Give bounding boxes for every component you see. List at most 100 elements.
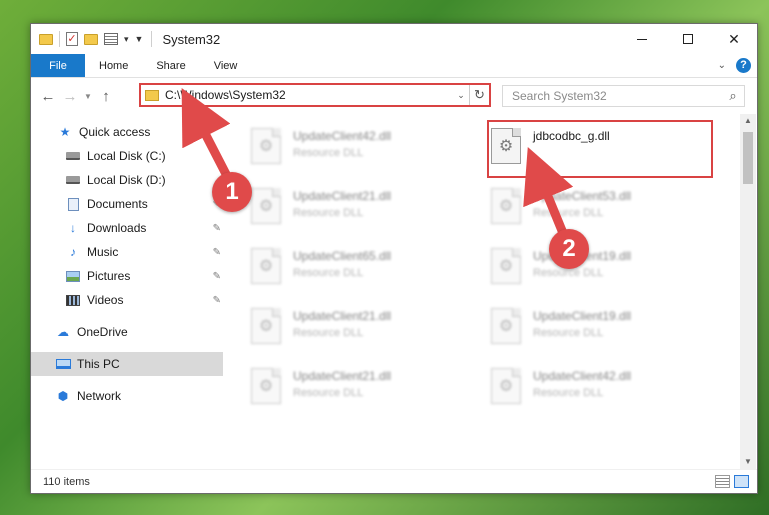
pin-icon[interactable]: ✎: [213, 247, 221, 258]
chevron-down-icon[interactable]: ▾: [124, 34, 129, 45]
file-item[interactable]: ⚙ UpdateClient42.dll Resource DLL: [491, 366, 721, 410]
expand-ribbon-icon[interactable]: ⌄: [718, 60, 726, 71]
search-input[interactable]: Search System32: [512, 89, 722, 103]
file-type: Resource DLL: [293, 147, 364, 159]
recent-locations-dropdown[interactable]: ▼: [81, 92, 95, 101]
refresh-button[interactable]: ↻: [469, 85, 489, 105]
dll-file-icon: ⚙: [491, 308, 521, 344]
pin-icon[interactable]: ✎: [213, 223, 221, 234]
file-item[interactable]: ⚙ UpdateClient21.dll Resource DLL: [251, 306, 481, 350]
back-button[interactable]: ←: [37, 88, 59, 105]
close-icon: ✕: [728, 30, 740, 47]
sidebar-item-label: Videos: [87, 293, 124, 307]
navigation-pane: ★ Quick access Local Disk (C:) Local Dis…: [31, 120, 223, 468]
scroll-up-icon[interactable]: ▲: [740, 114, 756, 128]
file-item[interactable]: ⚙ UpdateClient21.dll Resource DLL: [251, 366, 481, 410]
sidebar-item-local-disk-c[interactable]: Local Disk (C:): [31, 144, 223, 168]
sidebar-item-network[interactable]: ⬢ Network: [31, 384, 223, 408]
maximize-icon: [683, 34, 693, 44]
scroll-thumb[interactable]: [743, 132, 753, 184]
customize-toolbar-icon[interactable]: ▼: [135, 34, 144, 44]
toolbar-divider: [59, 31, 60, 47]
sidebar-item-label: This PC: [77, 357, 120, 371]
file-item[interactable]: ⚙ UpdateClient65.dll Resource DLL: [251, 246, 481, 290]
tab-file[interactable]: File: [31, 54, 85, 77]
sidebar-item-label: Local Disk (D:): [87, 173, 166, 187]
file-name: UpdateClient65.dll: [293, 249, 392, 263]
sidebar-item-music[interactable]: ♪ Music ✎: [31, 240, 223, 264]
file-explorer-window: ✓ ▾ ▼ System32 ✕ File Home Share View ⌄ …: [30, 23, 758, 494]
status-bar: 110 items: [31, 469, 757, 493]
pin-icon[interactable]: ✎: [213, 271, 221, 282]
dll-file-icon: ⚙: [491, 368, 521, 404]
file-item[interactable]: ⚙ UpdateClient19.dllResource DLL: [491, 306, 721, 350]
view-toggle: [715, 475, 757, 488]
sidebar-item-label: OneDrive: [77, 325, 128, 339]
sidebar-item-documents[interactable]: Documents ✎: [31, 192, 223, 216]
file-name: UpdateClient42.dll: [293, 129, 392, 143]
sidebar-item-label: Music: [87, 245, 119, 259]
navigation-bar: ← → ▼ ↑ C:\Windows\System32 ⌄ ↻ Search S…: [31, 79, 757, 113]
tab-home[interactable]: Home: [85, 54, 142, 77]
file-name: UpdateClient21.dll: [293, 309, 392, 323]
close-button[interactable]: ✕: [711, 24, 757, 54]
computer-icon: [55, 357, 71, 371]
file-type: Resource DLL: [293, 267, 364, 279]
file-type: Resource DLL: [533, 207, 604, 219]
downloads-icon: ↓: [70, 221, 76, 235]
address-path[interactable]: C:\Windows\System32: [165, 88, 453, 102]
search-icon[interactable]: ⌕: [722, 88, 744, 104]
sidebar-item-onedrive[interactable]: ☁ OneDrive: [31, 320, 223, 344]
network-icon: ⬢: [57, 389, 69, 403]
file-item[interactable]: ⚙ UpdateClient21.dll Resource DLL: [251, 186, 481, 230]
tiles-view-button[interactable]: [734, 475, 749, 488]
dll-file-icon: ⚙: [251, 128, 281, 164]
file-item[interactable]: ⚙ UpdateClient19.dllResource DLL: [491, 246, 721, 290]
help-icon[interactable]: ?: [736, 58, 751, 73]
sidebar-item-label: Pictures: [87, 269, 131, 283]
pin-icon[interactable]: ✎: [213, 295, 221, 306]
file-name: UpdateClient21.dll: [293, 189, 392, 203]
forward-button[interactable]: →: [59, 88, 81, 105]
music-icon: ♪: [70, 245, 76, 259]
sidebar-item-local-disk-d[interactable]: Local Disk (D:): [31, 168, 223, 192]
callout-badge-2: 2: [549, 229, 589, 269]
cloud-icon: ☁: [57, 325, 69, 339]
maximize-button[interactable]: [665, 24, 711, 54]
minimize-button[interactable]: [619, 24, 665, 54]
ribbon-tabs: File Home Share View ⌄ ?: [31, 54, 757, 78]
search-box[interactable]: Search System32 ⌕: [502, 85, 745, 107]
sidebar-item-downloads[interactable]: ↓ Downloads ✎: [31, 216, 223, 240]
tab-view[interactable]: View: [200, 54, 252, 77]
dll-file-icon: ⚙: [251, 188, 281, 224]
window-controls: ✕: [619, 24, 757, 54]
properties-icon[interactable]: [104, 33, 118, 45]
sidebar-item-quick-access[interactable]: ★ Quick access: [31, 120, 223, 144]
item-count: 110 items: [43, 475, 90, 488]
file-item[interactable]: ⚙ UpdateClient42.dll Resource DLL: [251, 126, 481, 170]
scroll-down-icon[interactable]: ▼: [740, 455, 756, 469]
vertical-scrollbar[interactable]: ▲ ▼: [740, 114, 756, 469]
new-folder-icon[interactable]: [84, 33, 98, 45]
pictures-icon: [65, 269, 81, 283]
sidebar-item-label: Quick access: [79, 125, 151, 139]
documents-icon: [65, 197, 81, 211]
sidebar-item-label: Documents: [87, 197, 148, 211]
dll-file-icon: ⚙: [491, 248, 521, 284]
up-button[interactable]: ↑: [95, 88, 117, 105]
star-icon: ★: [59, 125, 71, 139]
tab-share[interactable]: Share: [142, 54, 199, 77]
sidebar-item-pictures[interactable]: Pictures ✎: [31, 264, 223, 288]
address-bar[interactable]: C:\Windows\System32 ⌄ ↻: [139, 83, 491, 107]
file-item[interactable]: ⚙ UpdateClient53.dll Resource DLL: [491, 186, 721, 230]
checkmark-icon[interactable]: ✓: [66, 32, 78, 46]
file-type: Resource DLL: [293, 387, 364, 399]
window-title: System32: [162, 31, 221, 47]
sidebar-item-videos[interactable]: Videos ✎: [31, 288, 223, 312]
file-type: Resource DLL: [533, 267, 604, 279]
file-type: Resource DLL: [533, 387, 604, 399]
sidebar-item-this-pc[interactable]: This PC: [31, 352, 223, 376]
videos-icon: [65, 293, 81, 307]
address-dropdown[interactable]: ⌄: [453, 90, 469, 101]
details-view-button[interactable]: [715, 475, 730, 488]
